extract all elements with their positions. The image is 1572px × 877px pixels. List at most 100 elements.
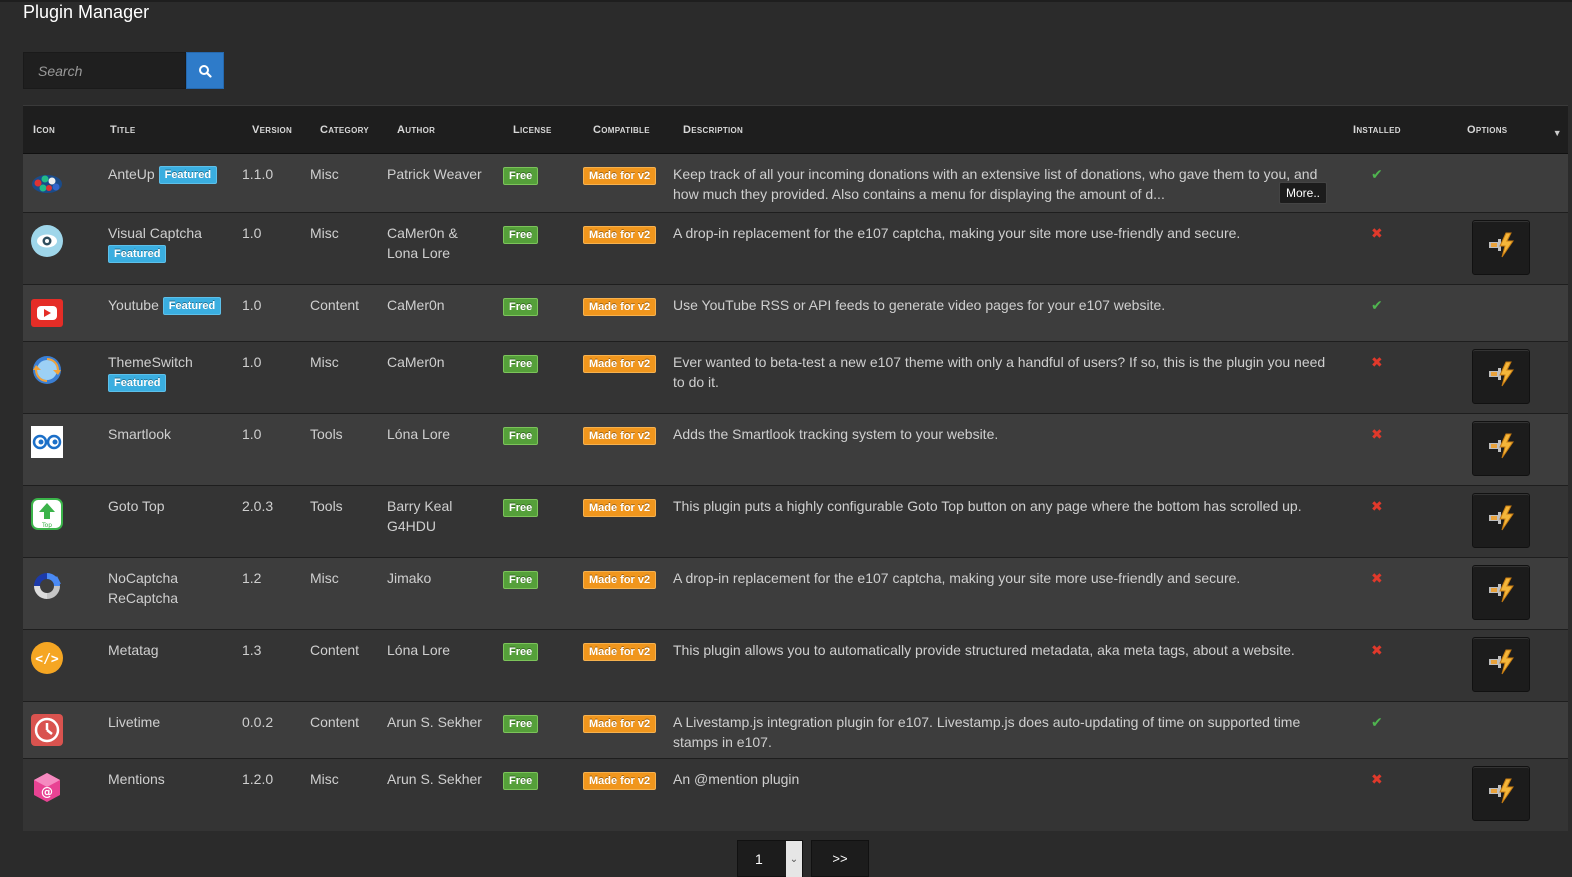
install-button[interactable] bbox=[1472, 493, 1530, 548]
compatible-cell: Made for v2 bbox=[583, 629, 673, 702]
compatible-cell: Made for v2 bbox=[583, 153, 673, 213]
license-badge: Free bbox=[503, 298, 539, 316]
mentions-icon: @ bbox=[31, 771, 63, 808]
plugin-title: Livetime bbox=[108, 714, 161, 730]
not-installed-cross-icon: ✖ bbox=[1371, 225, 1383, 241]
header-license[interactable]: License bbox=[503, 105, 583, 154]
livetime-icon bbox=[31, 714, 63, 751]
plugin-icon-cell bbox=[23, 341, 100, 414]
plugin-title-cell: NoCaptcha ReCaptcha bbox=[100, 557, 242, 630]
chevron-down-icon[interactable]: ⌄ bbox=[786, 841, 802, 877]
plugin-title: Smartlook bbox=[108, 426, 172, 442]
table-row: </> Metatag 1.3 Content Lóna Lore Free Made fo… bbox=[23, 629, 1568, 702]
plugin-title-cell: Livetime bbox=[100, 701, 242, 759]
plugin-version: 1.0 bbox=[242, 413, 310, 486]
installed-cell: ✔ bbox=[1343, 284, 1457, 342]
options-cell bbox=[1457, 485, 1568, 558]
search-icon bbox=[199, 64, 212, 78]
license-badge: Free bbox=[503, 355, 539, 373]
plugin-category: Tools bbox=[310, 413, 387, 486]
installed-cell: ✔ bbox=[1343, 701, 1457, 759]
plugin-icon-cell bbox=[23, 701, 100, 759]
column-menu-caret-icon[interactable]: ▼ bbox=[1553, 128, 1562, 138]
plugin-category: Tools bbox=[310, 485, 387, 558]
plug-lightning-icon bbox=[1486, 575, 1516, 610]
header-description[interactable]: Description bbox=[673, 105, 1343, 154]
plugin-description: Keep track of all your incoming donation… bbox=[673, 166, 1318, 202]
header-options-label: Options bbox=[1467, 123, 1508, 136]
header-installed[interactable]: Installed bbox=[1343, 105, 1457, 154]
compatible-cell: Made for v2 bbox=[583, 557, 673, 630]
smartlook-icon bbox=[31, 426, 63, 463]
table-header-row: Icon Title Version Category Author Licen… bbox=[23, 105, 1568, 154]
youtube-icon bbox=[31, 297, 63, 334]
options-cell bbox=[1457, 413, 1568, 486]
header-options[interactable]: Options ▼ bbox=[1457, 105, 1568, 154]
plugin-icon-cell bbox=[23, 413, 100, 486]
install-button[interactable] bbox=[1472, 766, 1530, 821]
plugin-author: CaMer0n bbox=[387, 341, 503, 414]
plugin-category: Misc bbox=[310, 341, 387, 414]
compatible-cell: Made for v2 bbox=[583, 284, 673, 342]
plugin-category: Misc bbox=[310, 153, 387, 213]
plug-lightning-icon bbox=[1486, 230, 1516, 265]
header-author[interactable]: Author bbox=[387, 105, 503, 154]
table-row: Visual Captcha Featured 1.0 Misc CaMer0n & L… bbox=[23, 212, 1568, 285]
visual-captcha-icon bbox=[31, 225, 63, 262]
nocaptcha-recaptcha-icon bbox=[31, 570, 63, 607]
pagination: 1 ⌄ >> bbox=[737, 840, 869, 877]
search-input[interactable] bbox=[23, 52, 186, 89]
compatible-badge: Made for v2 bbox=[583, 355, 657, 373]
description-cell: A drop-in replacement for the e107 captc… bbox=[673, 557, 1343, 630]
license-badge: Free bbox=[503, 167, 539, 185]
install-button[interactable] bbox=[1472, 421, 1530, 476]
plugin-icon-cell: Top bbox=[23, 485, 100, 558]
plugin-title: Metatag bbox=[108, 642, 159, 658]
plugin-category: Content bbox=[310, 284, 387, 342]
compatible-cell: Made for v2 bbox=[583, 758, 673, 831]
header-category[interactable]: Category bbox=[310, 105, 387, 154]
compatible-cell: Made for v2 bbox=[583, 341, 673, 414]
plugin-version: 1.0 bbox=[242, 284, 310, 342]
plugin-title-cell: Goto Top bbox=[100, 485, 242, 558]
table-row: NoCaptcha ReCaptcha 1.2 Misc Jimako Free Made… bbox=[23, 557, 1568, 630]
header-icon[interactable]: Icon bbox=[23, 105, 100, 154]
license-badge: Free bbox=[503, 427, 539, 445]
description-cell: Keep track of all your incoming donation… bbox=[673, 153, 1343, 213]
install-button[interactable] bbox=[1472, 220, 1530, 275]
install-button[interactable] bbox=[1472, 637, 1530, 692]
license-cell: Free bbox=[503, 284, 583, 342]
plugin-author: CaMer0n & Lona Lore bbox=[387, 212, 503, 285]
plugin-description: An @mention plugin bbox=[673, 771, 800, 787]
license-cell: Free bbox=[503, 701, 583, 759]
header-compatible[interactable]: Compatible bbox=[583, 105, 673, 154]
metatag-icon: </> bbox=[31, 642, 63, 679]
featured-badge: Featured bbox=[158, 166, 218, 185]
search-button[interactable] bbox=[186, 52, 224, 89]
plugin-author: Jimako bbox=[387, 557, 503, 630]
license-cell: Free bbox=[503, 485, 583, 558]
more-button[interactable]: More.. bbox=[1278, 182, 1327, 204]
description-cell: A drop-in replacement for the e107 captc… bbox=[673, 212, 1343, 285]
install-button[interactable] bbox=[1472, 349, 1530, 404]
plugin-version: 1.2 bbox=[242, 557, 310, 630]
options-cell bbox=[1457, 557, 1568, 630]
options-cell bbox=[1457, 341, 1568, 414]
installed-cell: ✖ bbox=[1343, 485, 1457, 558]
plugin-description: This plugin puts a highly configurable G… bbox=[673, 498, 1302, 514]
plugin-description: Adds the Smartlook tracking system to yo… bbox=[673, 426, 999, 442]
header-title[interactable]: Title bbox=[100, 105, 242, 154]
install-button[interactable] bbox=[1472, 565, 1530, 620]
plugin-title-cell: Smartlook bbox=[100, 413, 242, 486]
page-select[interactable]: 1 ⌄ bbox=[737, 840, 803, 877]
installed-cell: ✔ bbox=[1343, 153, 1457, 213]
not-installed-cross-icon: ✖ bbox=[1371, 570, 1383, 586]
installed-cell: ✖ bbox=[1343, 212, 1457, 285]
license-cell: Free bbox=[503, 557, 583, 630]
plugin-category: Misc bbox=[310, 557, 387, 630]
next-page-button[interactable]: >> bbox=[811, 840, 869, 877]
installed-cell: ✖ bbox=[1343, 758, 1457, 831]
plugin-description: Ever wanted to beta-test a new e107 them… bbox=[673, 354, 1326, 390]
header-version[interactable]: Version bbox=[242, 105, 310, 154]
plugin-author: Barry Keal G4HDU bbox=[387, 485, 503, 558]
